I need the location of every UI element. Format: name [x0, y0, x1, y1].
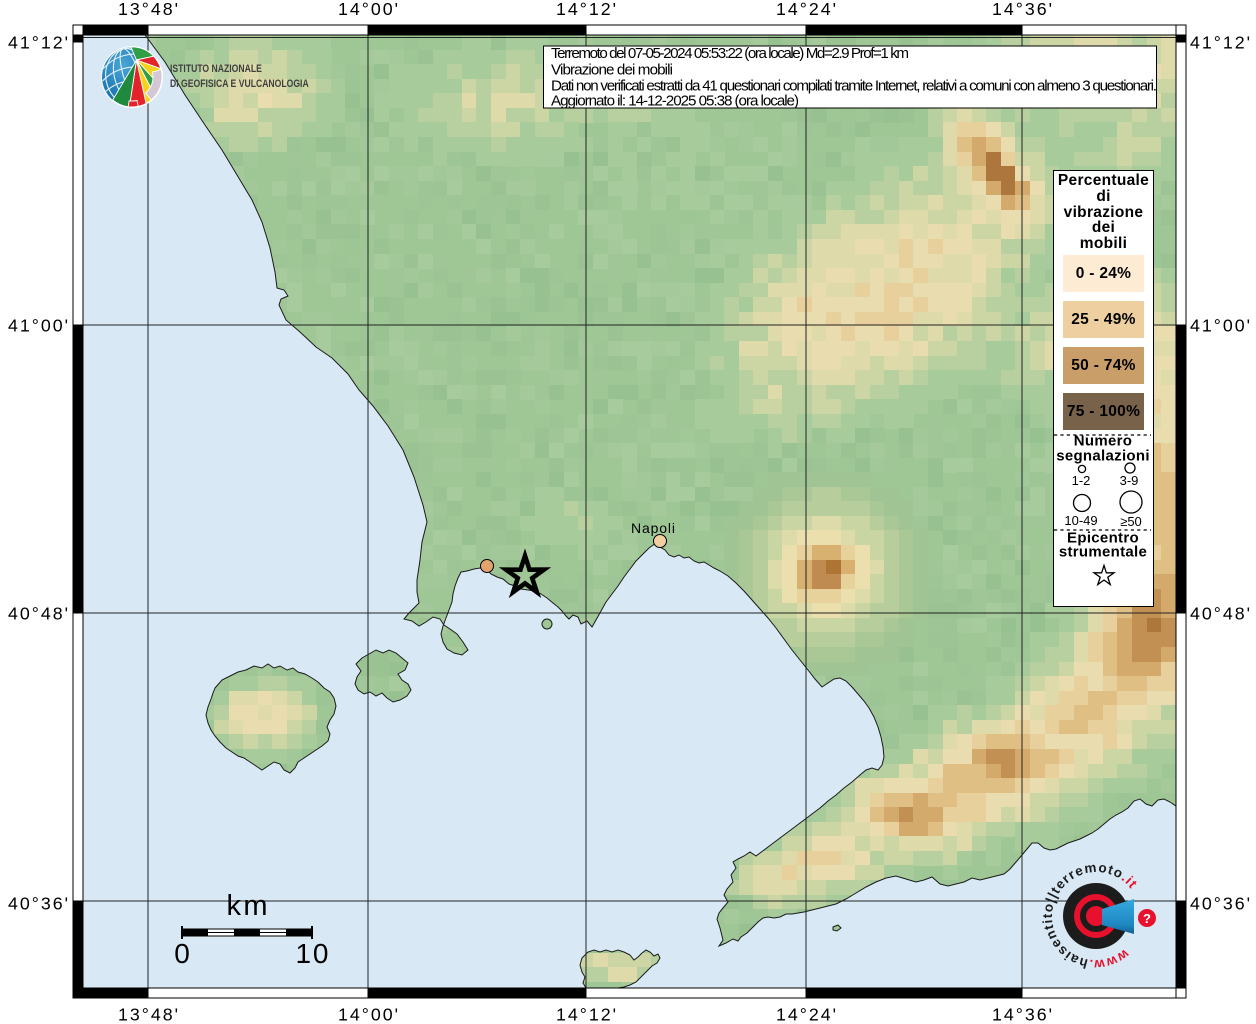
- svg-text:ISTITUTO NAZIONALE: ISTITUTO NAZIONALE: [170, 63, 262, 75]
- svg-text:14°36': 14°36': [992, 0, 1052, 19]
- svg-text:40°48': 40°48': [1190, 604, 1250, 624]
- svg-text:?: ?: [1143, 911, 1151, 926]
- svg-text:Terremoto del 07-05-2024 05:53: Terremoto del 07-05-2024 05:53:22 (ora l…: [551, 45, 909, 62]
- svg-text:14°00': 14°00': [338, 0, 398, 19]
- svg-text:14°12': 14°12': [556, 1005, 616, 1024]
- svg-text:41°00': 41°00': [8, 316, 68, 336]
- svg-text:14°36': 14°36': [992, 1005, 1052, 1024]
- svg-text:41°12': 41°12': [8, 33, 68, 53]
- svg-text:41°00': 41°00': [1190, 316, 1250, 336]
- svg-text:14°24': 14°24': [776, 1005, 836, 1024]
- svg-text:strumentale: strumentale: [1059, 544, 1147, 561]
- svg-text:10: 10: [296, 938, 329, 969]
- svg-text:Napoli: Napoli: [631, 520, 675, 536]
- svg-text:Aggiornato il: 14-12-2025 05:3: Aggiornato il: 14-12-2025 05:38 (ora loc…: [551, 93, 799, 110]
- svg-text:40°48': 40°48': [8, 604, 68, 624]
- svg-text:0: 0: [174, 938, 190, 969]
- svg-text:3-9: 3-9: [1120, 473, 1139, 488]
- svg-text:14°24': 14°24': [776, 0, 836, 19]
- svg-text:13°48': 13°48': [118, 1005, 178, 1024]
- svg-text:segnalazioni: segnalazioni: [1056, 448, 1150, 465]
- svg-text:40°36': 40°36': [1190, 894, 1250, 914]
- svg-text:41°12': 41°12': [1190, 33, 1250, 53]
- svg-text:14°12': 14°12': [556, 0, 616, 19]
- svg-text:≥50: ≥50: [1120, 514, 1142, 529]
- svg-text:13°48': 13°48': [118, 0, 178, 19]
- svg-text:14°00': 14°00': [338, 1005, 398, 1024]
- svg-text:1-2: 1-2: [1072, 473, 1091, 488]
- svg-text:40°36': 40°36': [8, 894, 68, 914]
- svg-text:DI GEOFISICA E VULCANOLOGIA: DI GEOFISICA E VULCANOLOGIA: [170, 78, 309, 90]
- svg-text:km: km: [227, 890, 268, 922]
- svg-text:10-49: 10-49: [1064, 513, 1097, 528]
- svg-text:Vibrazione dei mobili: Vibrazione dei mobili: [551, 61, 673, 78]
